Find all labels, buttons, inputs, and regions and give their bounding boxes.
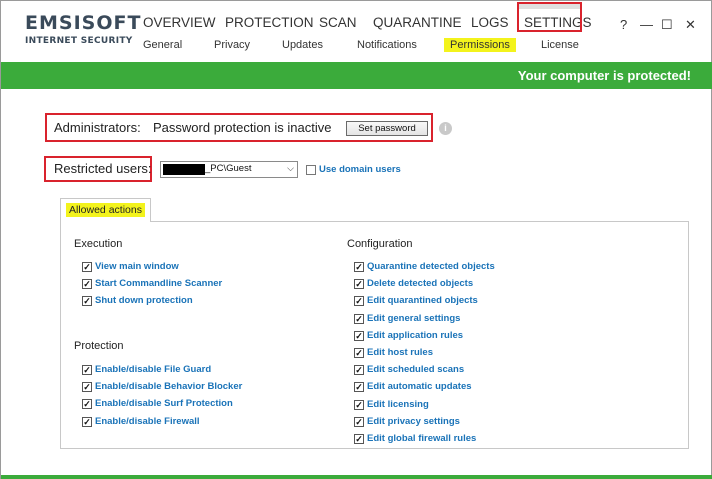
- permission-label[interactable]: Enable/disable File Guard: [95, 364, 211, 375]
- permission-label[interactable]: Edit scheduled scans: [367, 364, 464, 375]
- tab-updates[interactable]: Updates: [282, 39, 323, 51]
- permission-label[interactable]: Enable/disable Surf Protection: [95, 398, 233, 409]
- permission-checkbox[interactable]: ✓: [354, 262, 364, 272]
- permission-checkbox[interactable]: ✓: [354, 382, 364, 392]
- set-password-button[interactable]: Set password: [346, 121, 428, 136]
- permission-label[interactable]: Edit automatic updates: [367, 381, 472, 392]
- permission-label[interactable]: Quarantine detected objects: [367, 261, 495, 272]
- use-domain-users-label[interactable]: Use domain users: [319, 164, 401, 175]
- nav-protection[interactable]: PROTECTION: [225, 15, 314, 30]
- restricted-users-select[interactable]: _PC\Guest ⌵: [160, 161, 298, 178]
- redacted-username: [163, 164, 205, 175]
- use-domain-users-checkbox[interactable]: [306, 165, 316, 175]
- tab-general[interactable]: General: [143, 39, 182, 51]
- nav-overview[interactable]: OVERVIEW: [143, 15, 216, 30]
- permission-checkbox[interactable]: ✓: [354, 314, 364, 324]
- permission-label[interactable]: Enable/disable Firewall: [95, 416, 200, 427]
- tab-privacy[interactable]: Privacy: [214, 39, 250, 51]
- permission-checkbox[interactable]: ✓: [354, 417, 364, 427]
- permission-checkbox[interactable]: ✓: [82, 399, 92, 409]
- admin-label: Administrators:: [54, 120, 141, 135]
- permission-label[interactable]: Edit licensing: [367, 399, 429, 410]
- protection-title: Protection: [74, 340, 124, 352]
- permission-checkbox[interactable]: ✓: [354, 296, 364, 306]
- permission-checkbox[interactable]: ✓: [82, 296, 92, 306]
- permission-checkbox[interactable]: ✓: [82, 365, 92, 375]
- execution-title: Execution: [74, 238, 123, 250]
- status-text: Your computer is protected!: [517, 68, 691, 83]
- status-bar: Your computer is protected!: [1, 62, 712, 89]
- admin-state-text: Password protection is inactive: [153, 120, 332, 135]
- permission-label[interactable]: View main window: [95, 261, 179, 272]
- tab-allowed-actions[interactable]: Allowed actions: [60, 198, 151, 222]
- tab-license[interactable]: License: [541, 39, 579, 51]
- nav-logs[interactable]: LOGS: [471, 15, 509, 30]
- emsisoft-logo: EMSISOFT INTERNET SECURITY: [25, 13, 141, 47]
- permission-checkbox[interactable]: ✓: [82, 382, 92, 392]
- restricted-users-label: Restricted users:: [54, 161, 152, 176]
- permission-label[interactable]: Shut down protection: [95, 295, 193, 306]
- permission-checkbox[interactable]: ✓: [354, 365, 364, 375]
- permission-label[interactable]: Edit general settings: [367, 313, 460, 324]
- permission-label[interactable]: Delete detected objects: [367, 278, 473, 289]
- restricted-users-value: _PC\Guest: [205, 163, 252, 174]
- chevron-down-icon: ⌵: [287, 163, 294, 173]
- tab-permissions[interactable]: Permissions: [444, 38, 516, 52]
- permission-label[interactable]: Start Commandline Scanner: [95, 278, 222, 289]
- permission-checkbox[interactable]: ✓: [354, 434, 364, 444]
- permission-checkbox[interactable]: ✓: [354, 348, 364, 358]
- permission-checkbox[interactable]: ✓: [354, 400, 364, 410]
- permission-checkbox[interactable]: ✓: [82, 262, 92, 272]
- tab-notifications[interactable]: Notifications: [357, 39, 417, 51]
- nav-quarantine[interactable]: QUARANTINE: [373, 15, 462, 30]
- permission-label[interactable]: Edit host rules: [367, 347, 433, 358]
- configuration-title: Configuration: [347, 238, 413, 250]
- help-icon[interactable]: ?: [620, 17, 627, 32]
- permission-label[interactable]: Edit application rules: [367, 330, 463, 341]
- app-window: EMSISOFT INTERNET SECURITY OVERVIEW PROT…: [0, 0, 712, 479]
- permission-checkbox[interactable]: ✓: [354, 331, 364, 341]
- permission-checkbox[interactable]: ✓: [354, 279, 364, 289]
- permission-checkbox[interactable]: ✓: [82, 417, 92, 427]
- bottom-accent-bar: [1, 475, 712, 479]
- permission-label[interactable]: Edit global firewall rules: [367, 433, 476, 444]
- logo-main-text: EMSISOFT: [25, 12, 142, 34]
- permission-label[interactable]: Enable/disable Behavior Blocker: [95, 381, 242, 392]
- allowed-actions-label: Allowed actions: [66, 203, 145, 217]
- permission-label[interactable]: Edit privacy settings: [367, 416, 460, 427]
- minimize-icon[interactable]: —: [640, 17, 653, 32]
- close-icon[interactable]: ✕: [685, 17, 696, 33]
- maximize-icon[interactable]: ☐: [661, 17, 673, 33]
- nav-scan[interactable]: SCAN: [319, 15, 357, 30]
- settings-highlight-box: [517, 2, 582, 32]
- info-icon[interactable]: i: [439, 122, 452, 135]
- permission-label[interactable]: Edit quarantined objects: [367, 295, 478, 306]
- logo-sub-text: INTERNET SECURITY: [25, 36, 133, 46]
- permission-checkbox[interactable]: ✓: [82, 279, 92, 289]
